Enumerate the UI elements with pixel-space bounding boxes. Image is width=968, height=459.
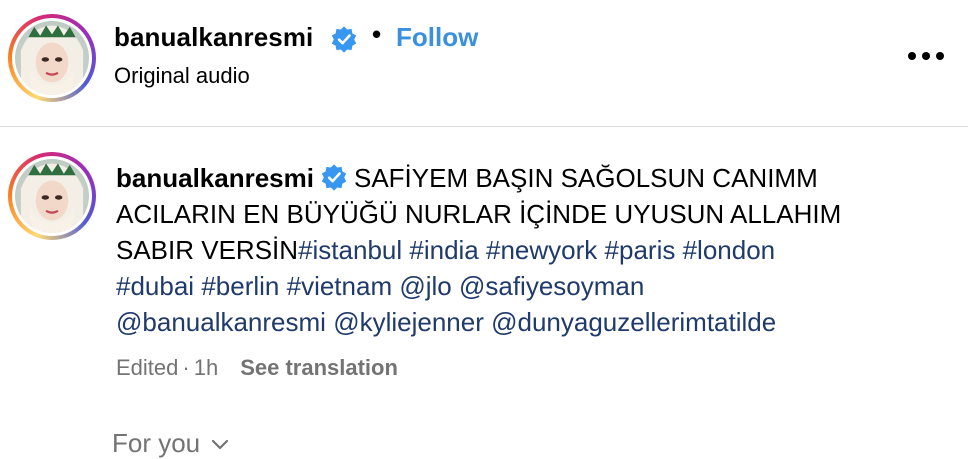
hashtag-link[interactable]: #berlin	[201, 271, 279, 301]
follow-button[interactable]: Follow	[396, 22, 478, 53]
verified-badge-icon	[321, 164, 347, 191]
meta-separator: ·	[182, 355, 190, 380]
hashtag-link[interactable]: #paris	[605, 235, 676, 265]
comment-meta: Edited · 1h See translation	[116, 355, 398, 381]
hashtag-link[interactable]: #istanbul	[298, 235, 402, 265]
hashtag-link[interactable]: #india	[409, 235, 478, 265]
verified-badge-icon	[331, 26, 357, 53]
comment-text: banualkanresmi SAFİYEM BAŞIN SAĞOLSUN CAN…	[116, 160, 956, 340]
hashtag-link[interactable]: #dubai	[116, 271, 194, 301]
avatar-inner	[12, 156, 92, 236]
profile-photo	[15, 21, 89, 95]
comment-text-line2: ACILARIN EN BÜYÜĞÜ NURLAR İÇİNDE UYUSUN …	[116, 199, 842, 229]
post-header: banualkanresmi • Follow Original audio	[0, 0, 968, 127]
comment-text-line1: SAFİYEM BAŞIN SAĞOLSUN CANIMM	[353, 163, 818, 193]
header-username[interactable]: banualkanresmi	[114, 22, 313, 53]
mention-link[interactable]: @dunyaguzellerimtatilde	[491, 307, 776, 337]
header-avatar[interactable]	[8, 14, 96, 102]
mention-link[interactable]: @jlo	[399, 271, 451, 301]
original-audio-link[interactable]: Original audio	[114, 63, 250, 89]
hashtag-link[interactable]: #london	[683, 235, 776, 265]
chevron-down-icon	[212, 440, 229, 450]
profile-photo	[15, 159, 89, 233]
edited-label: Edited	[116, 355, 179, 380]
see-translation-button[interactable]: See translation	[240, 355, 398, 380]
hashtag-link[interactable]: #vietnam	[287, 271, 393, 301]
comment-avatar[interactable]	[8, 152, 96, 240]
for-you-section[interactable]: For you	[112, 428, 229, 459]
timestamp[interactable]: 1h	[194, 355, 218, 380]
hashtag-link[interactable]: #newyork	[486, 235, 597, 265]
comment-username[interactable]: banualkanresmi	[116, 163, 314, 193]
mention-link[interactable]: @banualkanresmi	[116, 307, 326, 337]
mention-link[interactable]: @safiyesoyman	[459, 271, 644, 301]
for-you-label: For you	[112, 428, 201, 458]
avatar-inner	[12, 18, 92, 98]
more-options-icon[interactable]	[904, 44, 948, 68]
header-separator: •	[372, 19, 382, 49]
mention-link[interactable]: @kyliejenner	[333, 307, 484, 337]
comment-text-line3: SABIR VERSİN	[116, 235, 299, 265]
